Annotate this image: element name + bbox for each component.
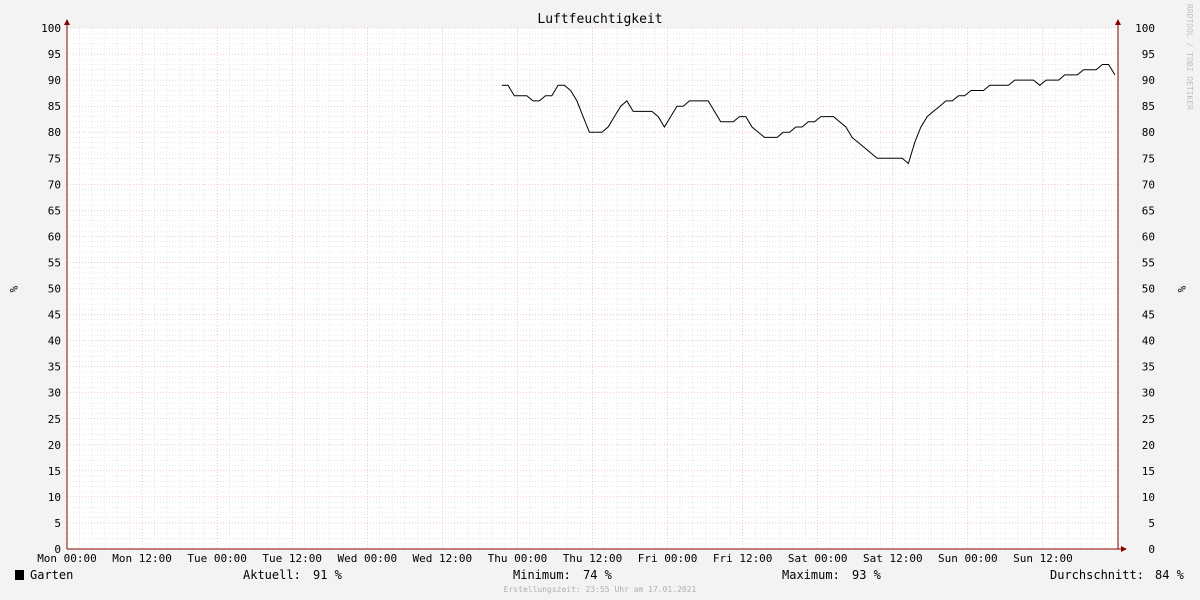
y-tick-label-right: 35 bbox=[1142, 361, 1155, 374]
y-tick-label-left: 35 bbox=[48, 361, 61, 374]
y-tick-label-left: 95 bbox=[48, 48, 61, 61]
y-tick-label-left: 100 bbox=[41, 22, 61, 35]
y-tick-label-left: 20 bbox=[48, 439, 61, 452]
y-tick-label-right: 15 bbox=[1142, 465, 1155, 478]
x-tick-label: Sat 00:00 bbox=[788, 552, 848, 565]
x-tick-label: Tue 12:00 bbox=[262, 552, 322, 565]
y-tick-label-left: 25 bbox=[48, 413, 61, 426]
y-tick-label-right: 100 bbox=[1135, 22, 1155, 35]
x-tick-label: Thu 00:00 bbox=[488, 552, 548, 565]
legend-current-value: 91 % bbox=[313, 568, 343, 582]
x-tick-label: Wed 12:00 bbox=[413, 552, 473, 565]
y-tick-label-right: 5 bbox=[1148, 517, 1155, 530]
legend-avg-label: Durchschnitt: bbox=[1050, 568, 1144, 582]
legend-min-value: 74 % bbox=[583, 568, 613, 582]
y-axis-label-right: % bbox=[1175, 286, 1188, 293]
y-tick-label-right: 75 bbox=[1142, 152, 1155, 165]
y-tick-label-left: 60 bbox=[48, 230, 61, 243]
x-tick-label: Sun 00:00 bbox=[938, 552, 998, 565]
y-tick-label-left: 85 bbox=[48, 100, 61, 113]
y-tick-label-right: 0 bbox=[1148, 543, 1155, 556]
y-tick-label-left: 40 bbox=[48, 335, 61, 348]
y-tick-label-right: 65 bbox=[1142, 204, 1155, 217]
watermark: RRDTOOL / TOBI OETIKER bbox=[1185, 4, 1194, 110]
x-tick-label: Thu 12:00 bbox=[563, 552, 623, 565]
x-tick-label: Mon 00:00 bbox=[37, 552, 97, 565]
chart-title: Luftfeuchtigkeit bbox=[537, 12, 662, 27]
y-tick-label-right: 25 bbox=[1142, 413, 1155, 426]
y-tick-label-right: 55 bbox=[1142, 256, 1155, 269]
x-tick-label: Fri 00:00 bbox=[638, 552, 698, 565]
legend-swatch-garten bbox=[15, 570, 24, 580]
y-tick-label-right: 45 bbox=[1142, 309, 1155, 322]
footer-timestamp: Erstellungszeit: 23:55 Uhr am 17.01.2021 bbox=[504, 585, 697, 594]
y-tick-label-left: 80 bbox=[48, 126, 61, 139]
legend-max-label: Maximum: bbox=[782, 568, 840, 582]
y-tick-label-left: 30 bbox=[48, 387, 61, 400]
y-tick-label-left: 45 bbox=[48, 309, 61, 322]
x-tick-label: Sat 12:00 bbox=[863, 552, 923, 565]
x-tick-label: Sun 12:00 bbox=[1013, 552, 1073, 565]
y-tick-label-left: 5 bbox=[54, 517, 61, 530]
legend-min-label: Minimum: bbox=[513, 568, 571, 582]
legend-current-label: Aktuell: bbox=[243, 568, 301, 582]
legend-avg-value: 84 % bbox=[1155, 568, 1185, 582]
y-tick-label-right: 60 bbox=[1142, 230, 1155, 243]
y-tick-label-right: 95 bbox=[1142, 48, 1155, 61]
y-tick-label-right: 10 bbox=[1142, 491, 1155, 504]
y-tick-label-left: 90 bbox=[48, 74, 61, 87]
x-tick-label: Wed 00:00 bbox=[337, 552, 397, 565]
y-axis-label-left: % bbox=[7, 286, 20, 293]
x-tick-label: Fri 12:00 bbox=[713, 552, 773, 565]
y-tick-label-left: 15 bbox=[48, 465, 61, 478]
x-tick-label: Mon 12:00 bbox=[112, 552, 172, 565]
y-tick-label-right: 40 bbox=[1142, 335, 1155, 348]
y-tick-label-right: 20 bbox=[1142, 439, 1155, 452]
x-tick-label: Tue 00:00 bbox=[187, 552, 247, 565]
humidity-chart: 0 5 10 15 20 25 30 35 40 45 50 55 60 65 70 75 80 85 90 95 10… bbox=[0, 0, 1200, 600]
y-tick-label-right: 80 bbox=[1142, 126, 1155, 139]
y-tick-label-left: 70 bbox=[48, 178, 61, 191]
legend-series-name: Garten bbox=[30, 568, 73, 582]
y-tick-label-left: 55 bbox=[48, 256, 61, 269]
y-tick-label-right: 70 bbox=[1142, 178, 1155, 191]
y-tick-label-right: 85 bbox=[1142, 100, 1155, 113]
y-tick-label-right: 50 bbox=[1142, 283, 1155, 296]
legend-max-value: 93 % bbox=[852, 568, 882, 582]
y-tick-label-left: 10 bbox=[48, 491, 61, 504]
y-tick-label-left: 65 bbox=[48, 204, 61, 217]
y-tick-label-left: 75 bbox=[48, 152, 61, 165]
y-tick-label-left: 50 bbox=[48, 283, 61, 296]
y-tick-label-right: 90 bbox=[1142, 74, 1155, 87]
y-tick-label-right: 30 bbox=[1142, 387, 1155, 400]
